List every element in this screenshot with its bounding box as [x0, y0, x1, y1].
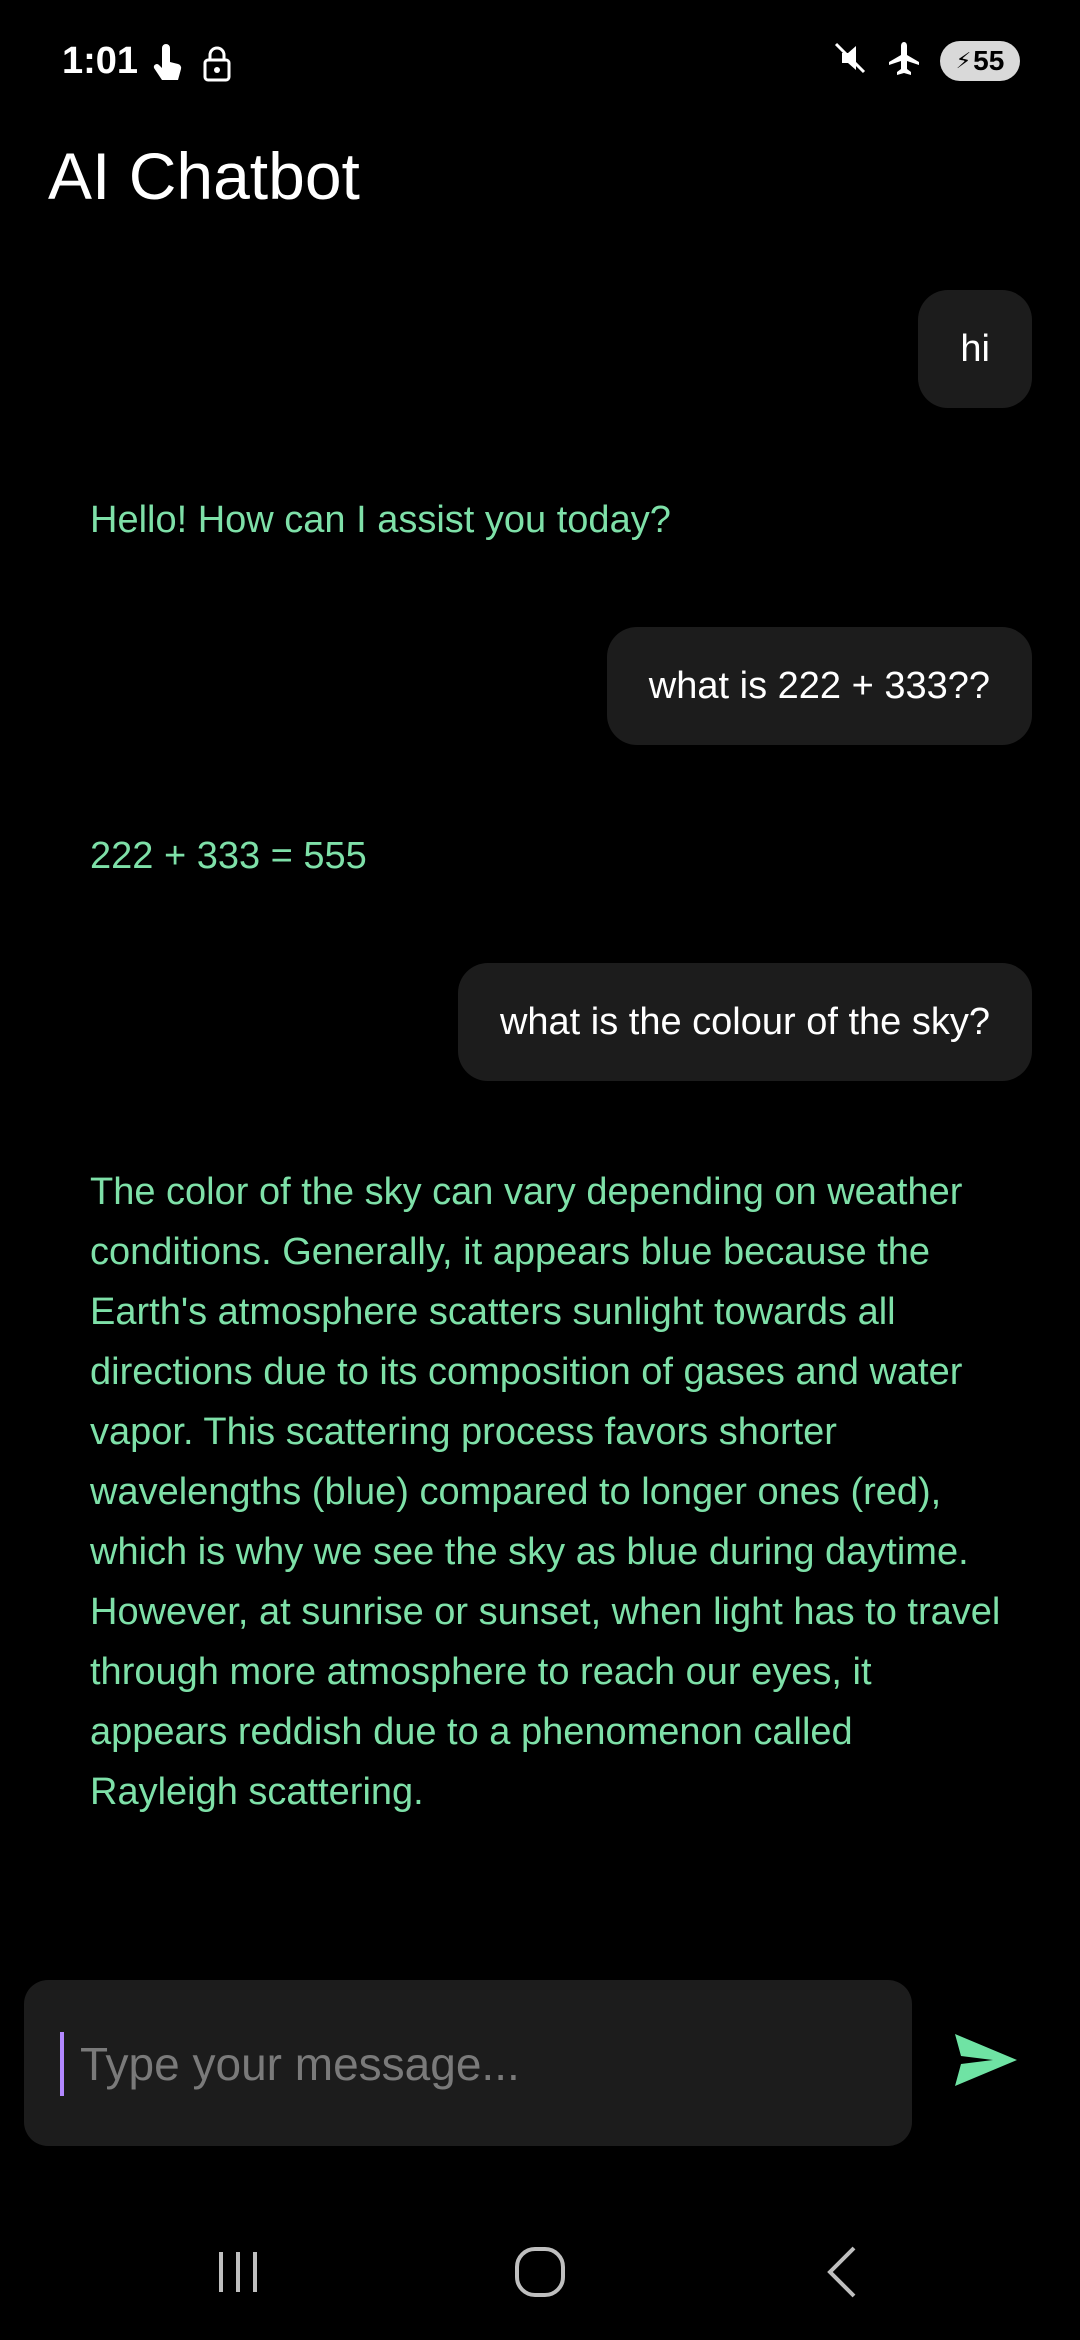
user-message: what is 222 + 333??	[606, 627, 1032, 745]
battery-level: 55	[973, 44, 1005, 76]
recent-apps-button[interactable]	[198, 2234, 278, 2314]
bot-message: The color of the sky can vary depending …	[90, 1171, 1001, 1813]
home-icon	[512, 2244, 568, 2305]
send-button[interactable]	[946, 2020, 1026, 2104]
back-button[interactable]	[802, 2234, 882, 2314]
home-button[interactable]	[500, 2234, 580, 2314]
navigation-bar	[0, 2200, 1080, 2340]
status-left-icons	[150, 44, 232, 89]
recent-apps-icon	[213, 2247, 263, 2302]
touch-icon	[150, 44, 186, 89]
back-icon	[822, 2244, 862, 2305]
lock-icon	[202, 46, 232, 87]
user-message: hi	[918, 290, 1032, 408]
mute-icon	[832, 40, 868, 81]
text-caret	[60, 2032, 64, 2096]
airplane-icon	[886, 40, 922, 81]
status-time: 1:01	[62, 40, 139, 82]
bolt-icon: ⚡	[955, 47, 972, 73]
battery-charging-icon: ⚡ 55	[940, 40, 1020, 81]
app-title: AI Chatbot	[48, 139, 360, 213]
status-bar: 1:01 ⚡ 55	[0, 0, 1080, 130]
message-input[interactable]	[60, 1980, 902, 2148]
user-message: what is the colour of the sky?	[457, 963, 1032, 1081]
bot-message: 222 + 333 = 555	[90, 835, 367, 877]
status-right-icons: ⚡ 55	[832, 40, 1020, 81]
message-input-box[interactable]	[24, 1980, 912, 2148]
bot-message: Hello! How can I assist you today?	[90, 499, 671, 541]
chat-list[interactable]: hi Hello! How can I assist you today? wh…	[0, 290, 1080, 1930]
send-icon	[953, 2032, 1019, 2093]
